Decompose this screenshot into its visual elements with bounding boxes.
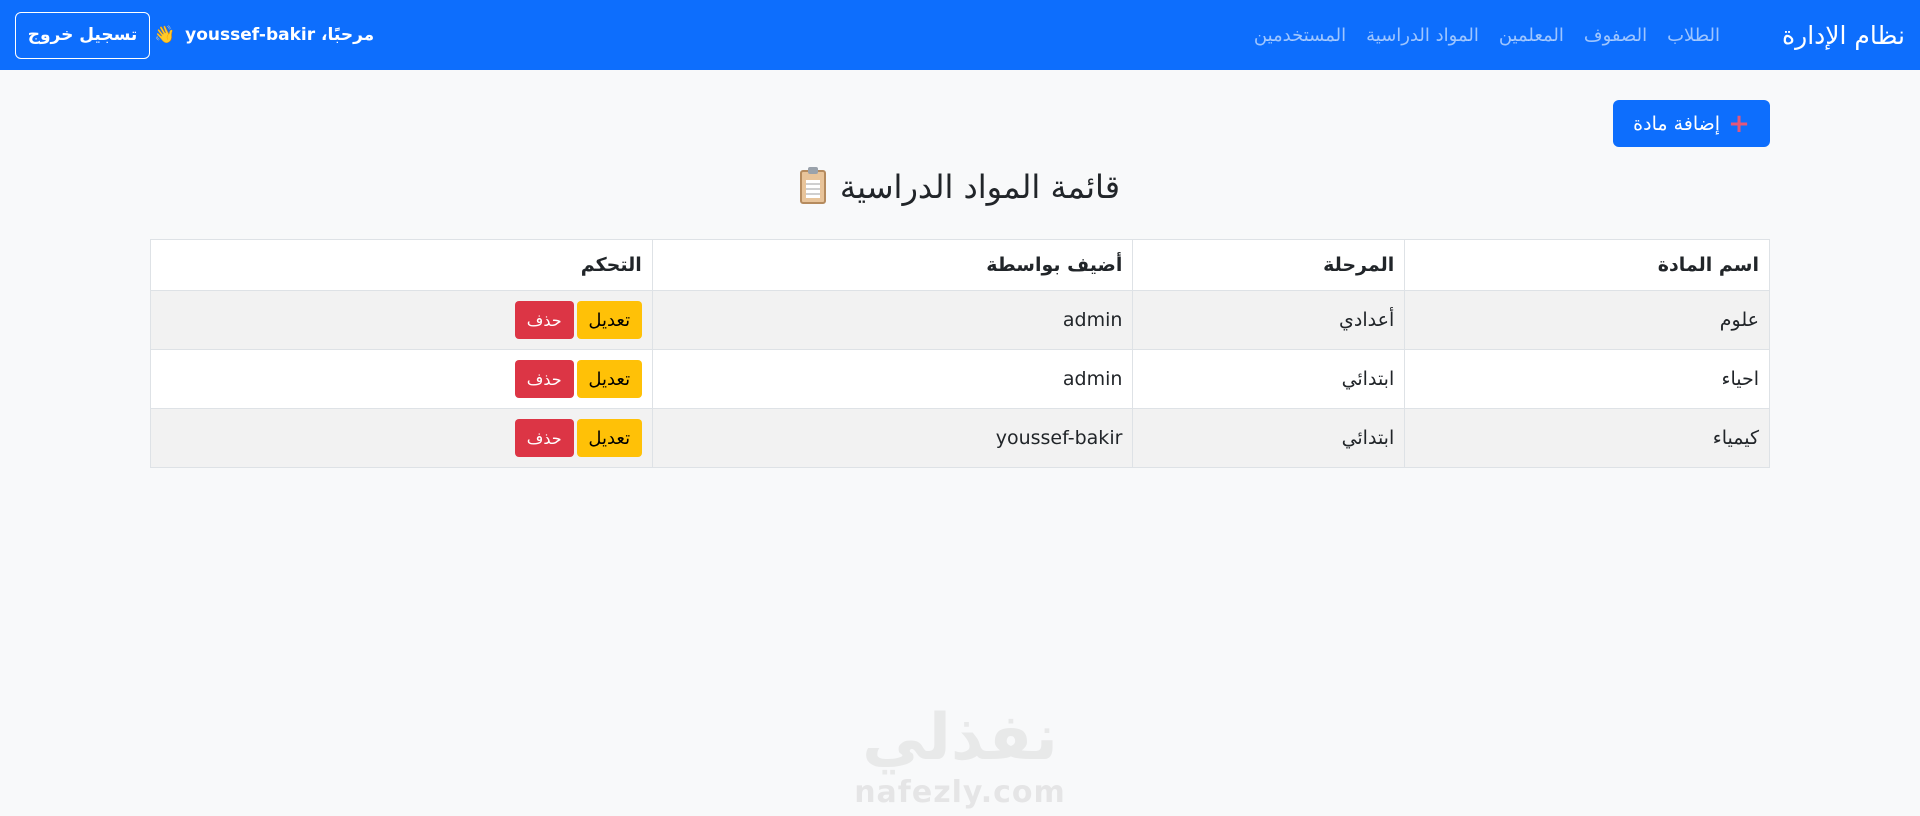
logout-button[interactable]: تسجيل خروج [15,11,150,59]
nav-link-students[interactable]: الطلاب [1657,25,1730,46]
clipboard-icon [799,167,826,204]
table-row: احياء ابتدائي admin تعديل حذف [150,349,1770,409]
cell-controls: تعديل حذف [150,349,653,409]
cell-added-by: youssef-bakir [651,408,1134,468]
cell-subject-name: احياء [1404,349,1770,409]
delete-button[interactable]: حذف [514,419,574,457]
delete-button[interactable]: حذف [514,301,574,339]
page-title-text: قائمة المواد الدراسية [839,168,1121,206]
cell-stage: ابتدائي [1132,408,1406,468]
header-controls: التحكم [150,239,653,291]
page-title: قائمة المواد الدراسية [0,167,1920,206]
plus-icon: + [1728,108,1750,139]
brand-title[interactable]: نظام الإدارة [1782,21,1905,50]
nav-link-subjects[interactable]: المواد الدراسية [1356,25,1489,46]
cell-added-by: admin [651,349,1134,409]
table-header-row: اسم المادة المرحلة أضيف بواسطة التحكم [150,239,1770,291]
header-stage: المرحلة [1132,239,1406,291]
watermark-latin: nafezly.com [854,775,1066,810]
nav-user-area: مرحبًا، youssef-bakir 👋 تسجيل خروج [15,11,375,59]
cell-subject-name: كيمياء [1404,408,1770,468]
edit-button[interactable]: تعديل [576,419,642,457]
top-navbar: نظام الإدارة الطلاب الصفوف المعلمين المو… [0,0,1920,70]
table-row: علوم أعدادي admin تعديل حذف [150,290,1770,350]
wave-icon: 👋 [154,25,176,45]
nav-link-teachers[interactable]: المعلمين [1489,25,1574,46]
header-subject-name: اسم المادة [1404,239,1770,291]
watermark-logo: نفذلي nafezly.com [850,700,1070,810]
edit-button[interactable]: تعديل [576,301,642,339]
cell-added-by: admin [651,290,1134,350]
subjects-table: اسم المادة المرحلة أضيف بواسطة التحكم عل… [150,239,1770,468]
cell-controls: تعديل حذف [150,408,653,468]
nav-links: الطلاب الصفوف المعلمين المواد الدراسية ا… [1244,25,1730,46]
edit-button[interactable]: تعديل [576,360,642,398]
cell-stage: ابتدائي [1132,349,1406,409]
cell-subject-name: علوم [1404,290,1770,350]
cell-stage: أعدادي [1132,290,1406,350]
add-subject-label: إضافة مادة [1633,112,1721,135]
table-row: كيمياء ابتدائي youssef-bakir تعديل حذف [150,408,1770,468]
delete-button[interactable]: حذف [514,360,574,398]
header-added-by: أضيف بواسطة [651,239,1134,291]
watermark-arabic: نفذلي [862,701,1058,775]
welcome-text: مرحبًا، youssef-bakir [185,25,375,45]
cell-controls: تعديل حذف [150,290,653,350]
nav-link-users[interactable]: المستخدمين [1244,25,1356,46]
add-subject-button[interactable]: + إضافة مادة [1613,100,1770,147]
nav-link-classes[interactable]: الصفوف [1574,25,1657,46]
